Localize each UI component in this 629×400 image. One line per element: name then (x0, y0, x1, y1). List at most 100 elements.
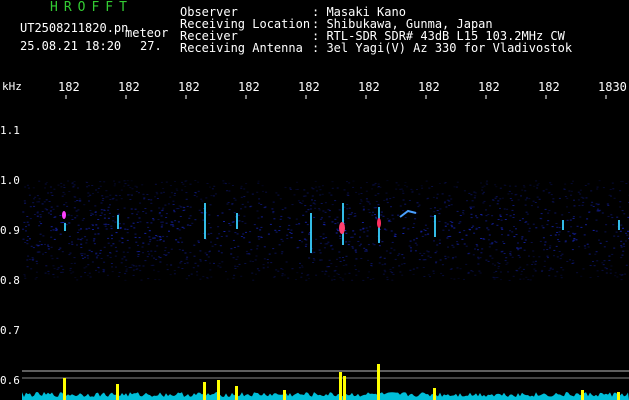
noise-pixel (177, 241, 180, 243)
noise-pixel (371, 184, 374, 186)
noise-pixel (509, 185, 512, 187)
noise-pixel (388, 219, 391, 221)
noise-pixel (345, 241, 348, 243)
noise-pixel (394, 233, 397, 235)
noise-pixel (532, 256, 535, 258)
noise-pixel (390, 206, 392, 208)
noise-pixel (620, 240, 623, 242)
signal-trace (22, 392, 629, 400)
antenna-value: : 3el Yagi(V) Az 330 for Vladivostok (312, 41, 573, 55)
noise-pixel (53, 238, 56, 240)
noise-pixel (304, 221, 307, 223)
noise-pixel (608, 259, 611, 261)
noise-pixel (111, 238, 113, 240)
noise-pixel (352, 230, 355, 232)
noise-pixel (550, 184, 553, 186)
noise-pixel (265, 191, 268, 193)
noise-pixel (147, 226, 150, 228)
noise-pixel (208, 223, 211, 224)
noise-pixel (480, 238, 483, 239)
noise-pixel (73, 184, 76, 186)
noise-pixel (470, 217, 473, 219)
noise-pixel (128, 194, 131, 196)
noise-pixel (523, 249, 526, 251)
noise-pixel (491, 263, 494, 265)
noise-pixel (418, 204, 421, 206)
noise-pixel (314, 203, 317, 205)
noise-pixel (433, 240, 435, 242)
noise-pixel (312, 202, 315, 204)
noise-pixel (133, 227, 136, 229)
noise-pixel (626, 234, 629, 236)
noise-pixel (503, 253, 506, 254)
noise-pixel (475, 228, 478, 230)
noise-pixel (94, 212, 97, 213)
noise-pixel (149, 241, 151, 243)
noise-pixel (152, 264, 155, 266)
header: HROFFT UT2508211820.pn meteor 25.08.21 1… (0, 0, 629, 75)
noise-pixel (573, 233, 576, 235)
noise-pixel (47, 270, 50, 272)
noise-pixel (581, 204, 584, 206)
noise-pixel (485, 215, 488, 217)
noise-pixel (103, 214, 106, 216)
noise-pixel (286, 238, 289, 239)
noise-pixel (60, 186, 63, 188)
noise-pixel (251, 272, 254, 274)
noise-pixel (504, 219, 507, 220)
noise-pixel (36, 211, 39, 213)
noise-pixel (40, 244, 43, 246)
noise-pixel (267, 233, 270, 235)
noise-pixel (60, 271, 62, 273)
noise-pixel (398, 265, 401, 267)
noise-pixel (446, 237, 449, 239)
noise-pixel (538, 256, 541, 258)
noise-pixel (477, 258, 480, 260)
noise-pixel (558, 231, 561, 233)
noise-pixel (560, 267, 563, 269)
noise-pixel (486, 227, 489, 229)
noise-pixel (394, 258, 397, 260)
noise-pixel (53, 276, 56, 278)
noise-pixel (324, 211, 327, 213)
noise-pixel (229, 224, 232, 226)
noise-pixel (184, 186, 187, 187)
noise-pixel (53, 188, 56, 190)
noise-pixel (505, 257, 508, 259)
noise-pixel (475, 215, 477, 217)
noise-pixel (432, 216, 435, 217)
noise-pixel (115, 232, 118, 234)
noise-pixel (209, 227, 212, 229)
noise-pixel (223, 231, 226, 232)
noise-pixel (199, 259, 202, 261)
noise-pixel (365, 190, 368, 192)
noise-pixel (566, 219, 569, 221)
noise-pixel (91, 261, 94, 263)
noise-pixel (305, 243, 308, 245)
noise-pixel (85, 239, 88, 241)
noise-pixel (410, 188, 413, 190)
noise-pixel (345, 232, 348, 234)
noise-pixel (608, 255, 611, 257)
noise-pixel (78, 198, 81, 200)
noise-pixel (495, 249, 498, 251)
noise-pixel (375, 207, 378, 209)
noise-pixel (554, 212, 557, 214)
noise-pixel (86, 255, 89, 257)
noise-pixel (330, 194, 333, 196)
noise-pixel (625, 264, 628, 266)
noise-pixel (455, 186, 458, 188)
noise-pixel (361, 222, 364, 223)
noise-pixel (146, 222, 149, 224)
noise-pixel (217, 250, 220, 252)
noise-pixel (348, 213, 351, 215)
noise-pixel (126, 251, 129, 253)
noise-pixel (156, 245, 159, 247)
noise-pixel (421, 235, 424, 237)
noise-pixel (494, 240, 496, 242)
noise-pixel (242, 233, 245, 235)
noise-pixel (240, 236, 243, 237)
noise-pixel (71, 182, 74, 184)
noise-pixel (36, 263, 39, 265)
noise-pixel (97, 191, 99, 193)
